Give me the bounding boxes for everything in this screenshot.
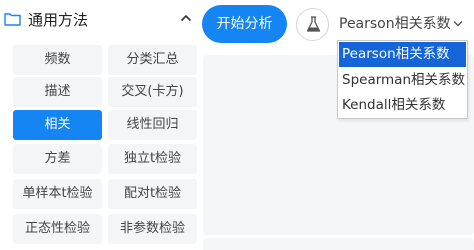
flask-icon bbox=[306, 16, 321, 32]
chevron-down-icon[interactable] bbox=[453, 20, 463, 27]
method-button-one-sample-t-test[interactable]: 单样本t检验 bbox=[13, 179, 102, 209]
method-button-paired-t-test[interactable]: 配对t检验 bbox=[108, 179, 197, 209]
method-button-crosstab[interactable]: 交叉(卡方) bbox=[108, 77, 197, 107]
correlation-select-value[interactable]: Pearson相关系数 bbox=[339, 13, 451, 35]
method-button-correlation[interactable]: 相关 bbox=[13, 110, 102, 140]
start-analysis-button[interactable]: 开始分析 bbox=[202, 5, 287, 43]
method-button-frequency[interactable]: 频数 bbox=[13, 45, 102, 75]
method-button-nonparametric-test[interactable]: 非参数检验 bbox=[108, 214, 197, 244]
method-button-normality-test[interactable]: 正态性检验 bbox=[13, 214, 102, 244]
method-button-linear-regression[interactable]: 线性回归 bbox=[108, 110, 197, 140]
folder-icon bbox=[4, 13, 21, 26]
secondary-panel bbox=[203, 238, 474, 250]
app-root: 通用方法 频数 分类汇总 描述 交叉(卡方) 相关 线性回归 方差 独立t检验 … bbox=[0, 0, 474, 250]
method-button-anova[interactable]: 方差 bbox=[13, 144, 102, 174]
method-button-describe[interactable]: 描述 bbox=[13, 77, 102, 107]
category-header[interactable]: 通用方法 bbox=[0, 0, 200, 40]
correlation-dropdown-list: Pearson相关系数 Spearman相关系数 Kendall相关系数 bbox=[337, 40, 468, 119]
option-pearson[interactable]: Pearson相关系数 bbox=[339, 42, 466, 67]
category-title: 通用方法 bbox=[28, 11, 89, 29]
method-button-group-summary[interactable]: 分类汇总 bbox=[108, 45, 197, 75]
option-spearman[interactable]: Spearman相关系数 bbox=[339, 68, 466, 93]
method-sidebar: 通用方法 频数 分类汇总 描述 交叉(卡方) 相关 线性回归 方差 独立t检验 … bbox=[0, 0, 200, 250]
method-button-independent-t-test[interactable]: 独立t检验 bbox=[108, 144, 197, 174]
flask-button[interactable] bbox=[296, 8, 329, 41]
chevron-up-icon[interactable] bbox=[180, 14, 192, 22]
option-kendall[interactable]: Kendall相关系数 bbox=[339, 93, 466, 118]
